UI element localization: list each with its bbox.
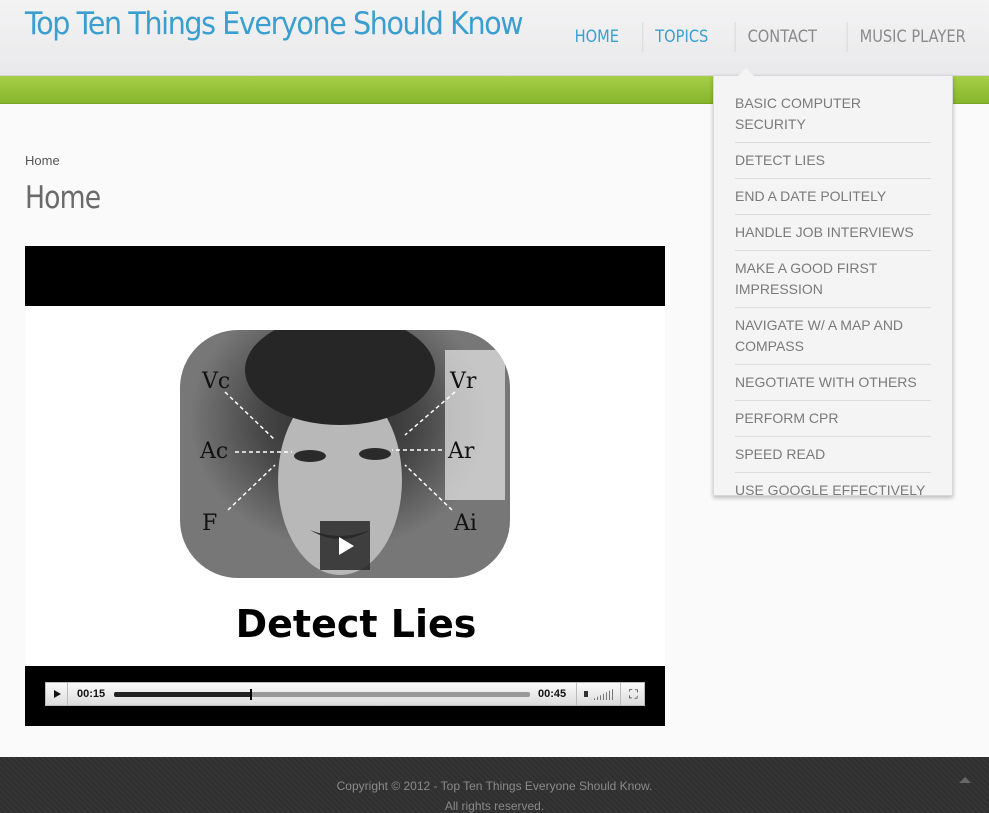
progress-fill xyxy=(114,692,252,697)
volume-control[interactable] xyxy=(576,683,620,705)
progress-handle[interactable] xyxy=(250,689,253,700)
site-title[interactable]: Top Ten Things Everyone Should Know xyxy=(25,6,524,42)
label-ac: Ac xyxy=(199,439,228,464)
video-player[interactable]: Vc Vr Ac Ar F Ai Detect Lies 00:15 00:45… xyxy=(25,246,665,726)
breadcrumb[interactable]: Home xyxy=(25,153,60,168)
topics-dropdown: BASIC COMPUTER SECURITY DETECT LIES END A … xyxy=(713,68,953,498)
rights-text: All rights reserved. xyxy=(444,799,545,813)
topic-menu-item[interactable]: BASIC COMPUTER SECURITY xyxy=(735,86,931,143)
label-ai: Ai xyxy=(453,511,477,536)
back-to-top-icon[interactable] xyxy=(959,777,971,783)
video-caption: Detect Lies xyxy=(235,602,477,646)
topic-menu-item[interactable]: HANDLE JOB INTERVIEWS xyxy=(735,215,931,251)
progress-bar[interactable] xyxy=(114,689,530,700)
topic-menu-item[interactable]: SPEED READ xyxy=(735,437,931,473)
label-ar: Ar xyxy=(447,439,475,464)
topic-menu-item[interactable]: NEGOTIATE WITH OTHERS xyxy=(735,365,931,401)
volume-slider[interactable] xyxy=(591,688,615,700)
nav-contact[interactable]: CONTACT xyxy=(734,22,828,52)
topic-menu-item[interactable]: DETECT LIES xyxy=(735,143,931,179)
fullscreen-icon[interactable]: ⛶ xyxy=(620,683,646,705)
current-time: 00:15 xyxy=(77,688,106,700)
topic-menu-item[interactable]: MAKE A GOOD FIRST IMPRESSION xyxy=(735,251,931,308)
label-f: F xyxy=(202,511,217,536)
label-vc: Vc xyxy=(201,369,230,394)
video-controls: 00:15 00:45 ⛶ xyxy=(45,682,645,706)
duration: 00:45 xyxy=(538,688,567,700)
topic-menu-item[interactable]: NAVIGATE W/ A MAP AND COMPASS xyxy=(735,308,931,365)
topic-menu-item[interactable]: PERFORM CPR xyxy=(735,401,931,437)
label-vr: Vr xyxy=(449,369,477,394)
video-frame: Vc Vr Ac Ar F Ai Detect Lies xyxy=(25,306,665,666)
site-header: Top Ten Things Everyone Should Know HOME… xyxy=(0,0,989,76)
topic-menu-item[interactable]: USE GOOGLE EFFECTIVELY xyxy=(735,473,931,508)
speaker-icon xyxy=(584,691,588,697)
site-footer: Copyright © 2012 - Top Ten Things Everyo… xyxy=(0,757,989,813)
big-play-button[interactable] xyxy=(320,521,370,570)
copyright-text: Copyright © 2012 - Top Ten Things Everyo… xyxy=(336,779,653,793)
page-title: Home xyxy=(25,180,101,216)
nav-topics[interactable]: TOPICS xyxy=(642,22,720,52)
play-pause-button[interactable] xyxy=(46,683,68,705)
main-nav: HOME TOPICS CONTACT MUSIC PLAYER xyxy=(557,0,989,76)
nav-home[interactable]: HOME xyxy=(562,22,630,52)
nav-music-player[interactable]: MUSIC PLAYER xyxy=(847,22,978,52)
topic-menu-item[interactable]: END A DATE POLITELY xyxy=(735,179,931,215)
